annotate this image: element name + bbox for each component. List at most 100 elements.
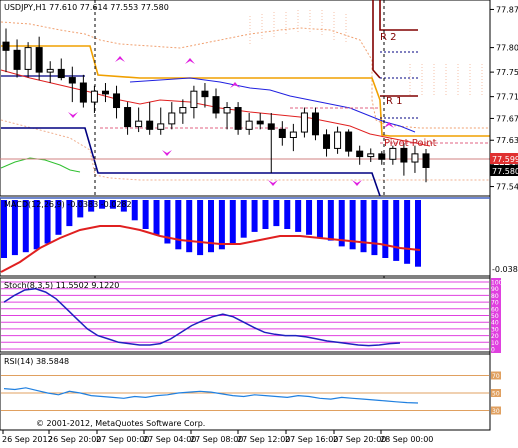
candle-body [245,120,253,130]
candle-body [201,90,209,98]
macd-bar [251,200,258,232]
macd-bar [186,200,193,253]
time-tick-label: 28 Sep 00:00 [380,435,433,444]
candle-body [113,93,121,109]
copyright-label: © 2001-2012, MetaQuotes Software Corp. [36,419,205,428]
rsi-header-label: RSI(14) 38.5848 [4,357,69,366]
candle-body [278,128,286,139]
macd-panel[interactable]: MACD(12,26,9) -0.0383 -0.0282 -0.0383 [0,197,518,277]
candle-body [179,107,187,114]
candle-body [212,96,220,114]
macd-bar [218,200,225,250]
candle-body [79,82,87,103]
rsi-level-label: 50 [492,391,500,398]
macd-bar [415,200,421,267]
candle-body [90,90,98,103]
candle-body [135,120,143,128]
price-tick-label: 77.670 [496,114,518,123]
candle-body [124,107,132,128]
candle-body [411,153,419,163]
macd-bar [316,200,323,238]
candle-body [234,107,242,130]
candle-body [24,47,32,70]
macd-bar [197,200,204,256]
candle-body [323,134,331,149]
price-tick-label: 77.545 [496,183,518,192]
price-tick-label: 77.800 [496,44,518,53]
main-header-label: USDJPY,H1 77.610 77.614 77.553 77.580 [4,3,169,12]
stoch-header-label: Stoch(8,3,5) 11.5502 9.1220 [4,281,119,290]
candle-body [389,147,397,160]
stoch-panel[interactable]: 1009080706050403020100 Stoch(8,3,5) 11.5… [0,277,503,354]
chart-canvas[interactable]: USDJPY,H1 77.610 77.614 77.553 77.580 R … [0,0,518,444]
candle-body [256,120,264,125]
r1-label: R 1 [386,96,403,107]
macd-axis-label: -0.0383 [492,265,518,274]
candle-body [367,153,375,158]
macd-bar [208,200,214,253]
candle-body [101,90,109,95]
candle-body [2,41,10,51]
macd-header-label: MACD(12,26,9) -0.0383 -0.0282 [4,200,132,209]
candle-body [13,49,21,70]
candle-body [57,68,65,79]
macd-bar [273,200,280,227]
macd-bar [382,200,389,258]
candle-body [35,47,43,73]
candle-body [300,112,308,133]
candle-body [267,123,275,130]
macd-bar [175,200,182,250]
time-tick-label: 27 Sep 20:00 [333,435,386,444]
stoch-level-label: 0 [491,347,495,354]
time-tick-label: 27 Sep 08:00 [190,435,243,444]
macd-bar [327,200,334,241]
macd-bar [295,200,302,232]
candle-body [345,131,353,152]
r2-label: R 2 [380,32,397,43]
price-tick-label: 77.755 [496,68,518,77]
bid-price-label: 77.599 [492,155,518,164]
candle-body [422,153,430,168]
candle-body [289,131,297,139]
last-price-label: 77.580 [492,167,518,176]
candle-body [400,147,408,163]
price-axis: 77.870 77.800 77.755 77.710 77.670 77.630 77.5… [489,0,518,430]
price-tick-label: 77.870 [496,5,518,14]
price-tick-label: 77.630 [496,136,518,145]
macd-bar [284,200,291,229]
pivot-point-label: Pivot Point [384,138,437,149]
price-tick-label: 77.710 [496,93,518,102]
macd-bar [404,200,411,264]
rsi-level-label: 70 [492,373,500,380]
candle-body [46,68,54,73]
candle-body [68,77,76,84]
rsi-level-label: 30 [492,408,500,415]
time-tick-label: 27 Sep 16:00 [285,435,338,444]
time-tick-label: 26 Sep 2012 [2,435,53,444]
time-tick-label: 26 Sep 20:00 [48,435,101,444]
candle-body [168,112,176,125]
candle-body [157,123,165,130]
time-tick-label: 27 Sep 12:00 [237,435,290,444]
macd-bar [393,200,400,261]
rsi-panel[interactable]: 70 50 30 RSI(14) 38.5848 © 2001-2012, Meta… [0,353,501,431]
time-axis: 26 Sep 201226 Sep 20:0027 Sep 00:0027 Se… [0,429,490,444]
macd-bar [153,200,160,235]
candle-body [334,131,342,149]
candle-body [146,120,154,130]
macd-bar [262,200,269,229]
candle-body [378,153,386,160]
candle-body [311,112,319,136]
trading-chart[interactable]: USDJPY,H1 77.610 77.614 77.553 77.580 R … [0,0,518,444]
macd-bar [306,200,313,235]
macd-bar [240,200,247,238]
macd-bar [229,200,236,244]
candle-body [356,150,364,158]
time-tick-label: 27 Sep 04:00 [143,435,196,444]
macd-bar [142,200,149,229]
candle-body [190,90,198,109]
candle-body [223,107,231,114]
time-tick-label: 27 Sep 00:00 [96,435,149,444]
macd-bar [131,200,138,221]
macd-bar [371,200,378,256]
